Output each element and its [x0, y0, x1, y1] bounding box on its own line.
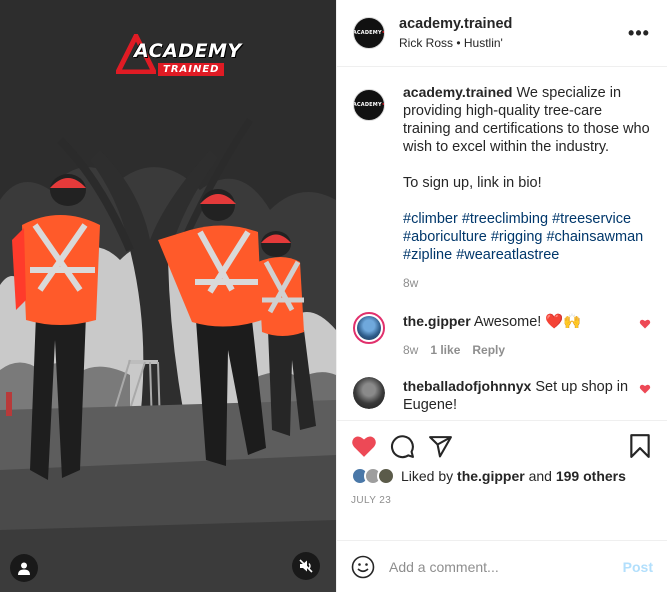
comment-username[interactable]: theballadofjohnnyx	[403, 378, 531, 394]
instagram-post: ACADEMY TRAINED ACADEMY• academy.trained	[0, 0, 667, 592]
header-info: academy.trained Rick Ross • Hustlin'	[399, 16, 627, 50]
heart-filled-icon	[352, 436, 376, 457]
post-actions: Liked by the.gipper and 199 others July …	[337, 420, 667, 540]
speaker-muted-icon	[299, 559, 313, 573]
mute-button[interactable]	[292, 552, 320, 580]
comment-text: Awesome! ❤️🙌	[473, 314, 582, 330]
more-options-icon[interactable]: •••	[627, 21, 651, 45]
add-comment-bar: Post	[337, 540, 667, 592]
comment-button[interactable]	[389, 433, 415, 459]
comment-item: the.gipper Awesome! ❤️🙌 8w 1 like Reply	[353, 312, 651, 359]
comment-like-heart-icon[interactable]	[639, 318, 651, 330]
comment-body: the.gipper Awesome! ❤️🙌 8w 1 like Reply	[403, 312, 651, 359]
hashtag[interactable]: #zipline	[403, 247, 452, 263]
hashtag[interactable]: #treeclimbing	[462, 211, 548, 227]
brand-logo: ACADEMY TRAINED	[116, 30, 241, 82]
photo-scene	[0, 0, 336, 592]
commenter-avatar[interactable]	[353, 312, 385, 344]
audio-track[interactable]: Rick Ross • Hustlin'	[399, 36, 627, 50]
post-comment-button[interactable]: Post	[623, 559, 653, 575]
save-button[interactable]	[627, 433, 653, 459]
hashtag[interactable]: #rigging	[491, 229, 543, 245]
liker-avatars[interactable]	[351, 467, 395, 485]
liked-by-and: and	[528, 468, 552, 484]
likes-summary: Liked by the.gipper and 199 others	[351, 467, 653, 485]
action-bar	[351, 431, 653, 461]
comment-bubble-icon	[390, 434, 414, 458]
post-header: ACADEMY• academy.trained Rick Ross • Hus…	[337, 0, 667, 67]
account-username[interactable]: academy.trained	[399, 16, 627, 32]
hashtag[interactable]: #climber	[403, 211, 458, 227]
liked-by-prefix: Liked by	[401, 468, 454, 484]
like-button[interactable]	[351, 433, 377, 459]
post-date[interactable]: July 23	[351, 495, 653, 506]
caption: ACADEMY• academy.trained We specialize i…	[353, 83, 651, 292]
hashtag[interactable]: #chainsawman	[546, 229, 643, 245]
hashtag[interactable]: #aboriculture	[403, 229, 487, 245]
comment-meta: 8w 1 like Reply	[403, 341, 631, 359]
user-tag-button[interactable]	[10, 554, 38, 582]
reply-button[interactable]: Reply	[472, 341, 505, 359]
bookmark-icon	[630, 434, 650, 458]
account-avatar[interactable]: ACADEMY•	[353, 17, 385, 49]
hashtag[interactable]: #weareatlastree	[456, 247, 559, 263]
comment-body: theballadofjohnnyx Set up shop in Eugene…	[403, 377, 651, 414]
hashtag-list: #climber #treeclimbing #treeservice #abo…	[403, 210, 651, 264]
avatar-logo-text: ACADEMY•	[353, 102, 385, 108]
caption-body: academy.trained We specialize in providi…	[403, 83, 651, 292]
paper-plane-icon	[428, 435, 452, 457]
brand-main-text: ACADEMY	[134, 40, 242, 62]
caption-signup: To sign up, link in bio!	[403, 175, 542, 191]
caption-avatar[interactable]: ACADEMY•	[353, 89, 385, 121]
brand-sub-text: TRAINED	[158, 63, 225, 76]
commenter-avatar[interactable]	[353, 377, 385, 409]
liked-by-user[interactable]: the.gipper	[457, 468, 525, 484]
user-tag-icon	[18, 562, 30, 575]
add-comment-input[interactable]	[389, 558, 623, 575]
share-button[interactable]	[427, 433, 453, 459]
caption-age[interactable]: 8w	[403, 274, 651, 292]
comment-item: theballadofjohnnyx Set up shop in Eugene…	[353, 377, 651, 414]
hashtag[interactable]: #treeservice	[552, 211, 631, 227]
comment-username[interactable]: the.gipper	[403, 313, 471, 329]
smiley-face-icon[interactable]	[351, 555, 375, 579]
comments-section: ACADEMY• academy.trained We specialize i…	[337, 67, 667, 420]
comment-like-count[interactable]: 1 like	[430, 341, 460, 359]
comment-like-heart-icon[interactable]	[639, 383, 651, 395]
caption-username[interactable]: academy.trained	[403, 84, 512, 100]
post-media[interactable]: ACADEMY TRAINED	[0, 0, 336, 592]
comment-age[interactable]: 8w	[403, 341, 418, 359]
post-sidebar: ACADEMY• academy.trained Rick Ross • Hus…	[336, 0, 667, 592]
avatar-logo-text: ACADEMY•	[353, 30, 385, 36]
liked-by-others[interactable]: 199 others	[556, 468, 626, 484]
